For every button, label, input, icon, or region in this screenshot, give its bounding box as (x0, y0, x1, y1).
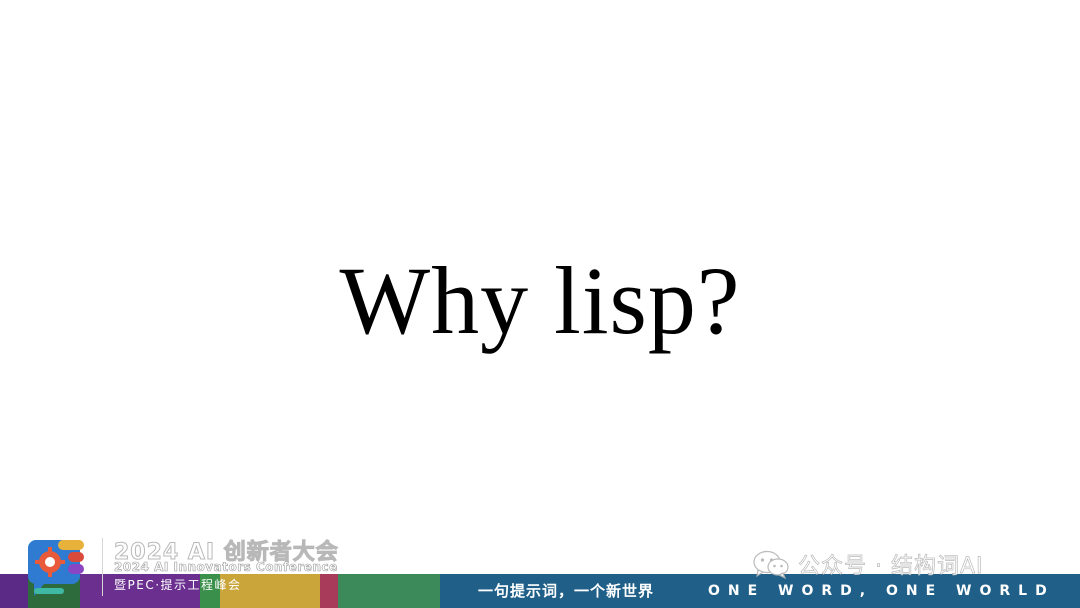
slide: Why lisp? 一句提示词，一个新世界 ONE WORD, ONE WORL… (0, 0, 1080, 608)
gear-chat-logo-icon (28, 540, 84, 596)
conference-divider (102, 538, 103, 596)
footer-slogan-cn: 一句提示词，一个新世界 (478, 582, 655, 600)
footer-segment (0, 574, 28, 608)
conference-logo (28, 538, 92, 608)
slide-title: Why lisp? (339, 247, 741, 354)
wechat-watermark: 公众号 · 结构词AI (752, 548, 984, 580)
footer-segment (338, 574, 440, 608)
conference-text-block: 2024 AI 创新者大会 2024 AI Innovators Confere… (102, 534, 352, 604)
conference-tagline: 暨PEC·提示工程峰会 (114, 578, 242, 592)
wechat-icon (753, 550, 789, 579)
watermark-text: 公众号 · 结构词AI (798, 554, 984, 580)
conference-subtitle: 2024 AI Innovators Conference (114, 560, 338, 575)
